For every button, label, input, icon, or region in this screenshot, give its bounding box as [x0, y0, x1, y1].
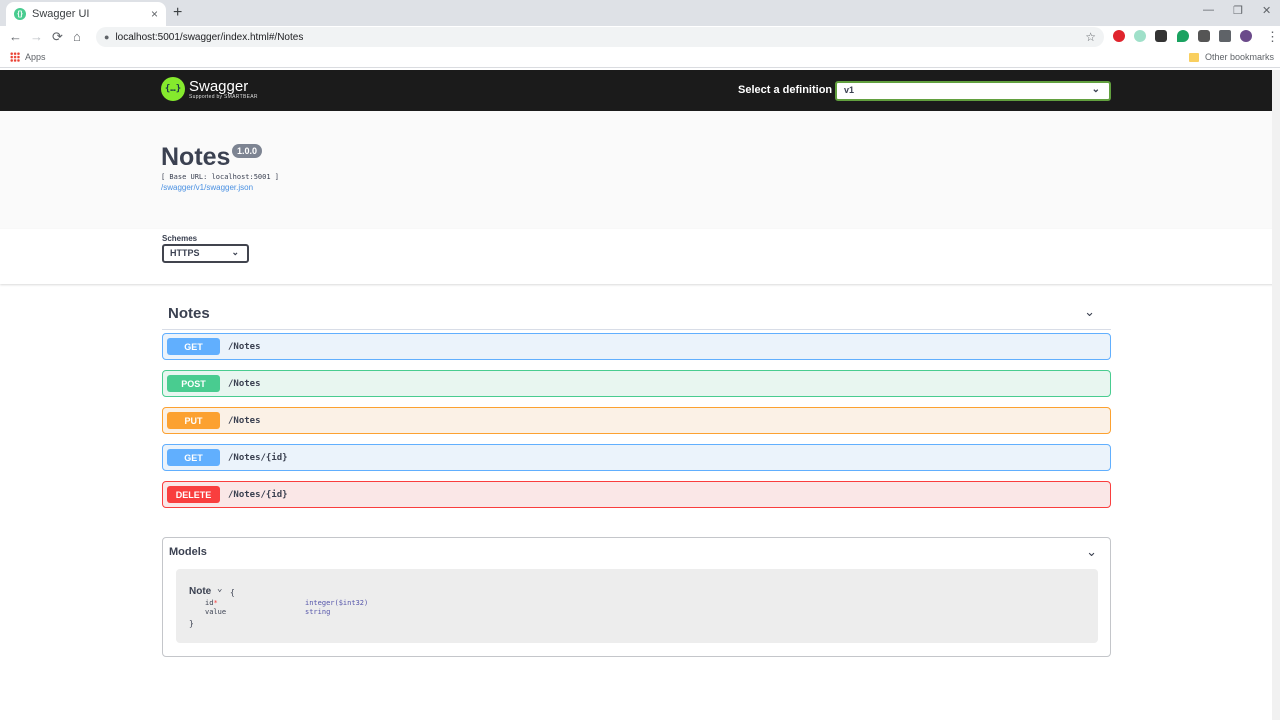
swagger-logo[interactable]: {…} Swagger Supported by SMARTBEAR — [161, 77, 258, 101]
address-bar[interactable]: ● localhost:5001/swagger/index.html#/Not… — [96, 27, 1104, 47]
method-badge: GET — [167, 338, 220, 355]
model-name[interactable]: Note — [189, 586, 211, 597]
model-open-brace: { — [230, 588, 235, 597]
forward-icon[interactable]: → — [30, 29, 43, 44]
extension-icon[interactable] — [1134, 30, 1146, 42]
browser-menu-icon[interactable]: ⋮ — [1266, 29, 1279, 45]
required-marker: * — [213, 599, 218, 607]
models-title[interactable]: Models — [169, 546, 207, 558]
facebook-extension-icon[interactable] — [1198, 30, 1210, 42]
operation-get-note-by-id[interactable]: GET /Notes/{id} — [162, 444, 1111, 471]
method-badge: PUT — [167, 412, 220, 429]
browser-tab[interactable]: {} Swagger UI × — [6, 2, 166, 26]
operation-delete-note-by-id[interactable]: DELETE /Notes/{id} — [162, 481, 1111, 508]
minimize-icon[interactable]: — — [1203, 4, 1214, 16]
chevron-down-icon: ⌄ — [231, 247, 239, 257]
version-badge: 1.0.0 — [232, 144, 263, 158]
definition-value: v1 — [844, 85, 855, 95]
browser-toolbar: ← → ⟳ ⌂ ● localhost:5001/swagger/index.h… — [0, 26, 1280, 48]
folder-icon — [1188, 52, 1199, 62]
apps-grid-icon — [10, 52, 20, 62]
tab-title: Swagger UI — [32, 8, 90, 20]
logo-name: Swagger — [189, 77, 249, 95]
chevron-down-icon: ⌄ — [1091, 84, 1100, 95]
bookmarks-bar: Apps Other bookmarks — [0, 48, 1280, 68]
collapse-chevron-icon[interactable]: ⌄ — [1086, 544, 1097, 560]
operation-path: /Notes — [228, 415, 261, 426]
window-close-icon[interactable]: ✕ — [1262, 4, 1271, 17]
property-name: id* — [205, 599, 218, 607]
definition-label: Select a definition — [738, 84, 833, 96]
api-title: Notes — [161, 143, 231, 171]
method-badge: DELETE — [167, 486, 220, 503]
definition-select[interactable]: v1 ⌄ — [835, 81, 1111, 101]
property-type: integer($int32) — [305, 599, 369, 607]
operation-path: /Notes/{id} — [228, 489, 288, 500]
back-icon[interactable]: ← — [9, 29, 22, 44]
schemes-label: Schemes — [162, 234, 198, 243]
operation-post-notes[interactable]: POST /Notes — [162, 370, 1111, 397]
swagger-favicon-icon: {} — [14, 8, 26, 20]
url-text: localhost:5001/swagger/index.html#/Notes — [115, 31, 304, 43]
collapse-chevron-icon[interactable]: ⌄ — [1084, 304, 1095, 320]
bookmark-star-icon[interactable]: ☆ — [1085, 30, 1096, 44]
swagger-topbar: {…} Swagger Supported by SMARTBEAR Selec… — [0, 70, 1280, 111]
tag-header-notes[interactable]: Notes ⌄ — [162, 300, 1111, 330]
qr-extension-icon[interactable] — [1155, 30, 1167, 42]
model-expand-chevron-icon[interactable]: ⌄ — [217, 584, 222, 594]
maximize-icon[interactable]: ❐ — [1233, 4, 1243, 17]
operation-path: /Notes — [228, 341, 261, 352]
apps-label: Apps — [25, 52, 46, 62]
home-icon[interactable]: ⌂ — [73, 29, 81, 44]
profile-avatar[interactable] — [1240, 30, 1252, 42]
swagger-logo-icon: {…} — [161, 77, 185, 101]
model-close-brace: } — [189, 619, 194, 628]
hangouts-extension-icon[interactable] — [1177, 30, 1189, 42]
operation-get-notes[interactable]: GET /Notes — [162, 333, 1111, 360]
models-section: Models ⌄ Note ⌄ { id* integer($int32) va… — [162, 537, 1111, 657]
base-url: [ Base URL: localhost:5001 ] — [161, 173, 280, 181]
model-note: Note ⌄ { id* integer($int32) value strin… — [176, 569, 1098, 643]
apps-bookmark[interactable]: Apps — [10, 52, 46, 62]
puzzle-extensions-icon[interactable] — [1219, 30, 1231, 42]
opera-extension-icon[interactable] — [1113, 30, 1125, 42]
schemes-section: Schemes HTTPS ⌄ — [0, 229, 1280, 284]
reload-icon[interactable]: ⟳ — [52, 29, 63, 45]
schemes-select[interactable]: HTTPS ⌄ — [162, 244, 249, 263]
method-badge: GET — [167, 449, 220, 466]
operation-put-notes[interactable]: PUT /Notes — [162, 407, 1111, 434]
operation-path: /Notes — [228, 378, 261, 389]
operation-path: /Notes/{id} — [228, 452, 288, 463]
info-section: Notes 1.0.0 [ Base URL: localhost:5001 ]… — [0, 111, 1280, 229]
other-bookmarks-label: Other bookmarks — [1204, 52, 1274, 62]
new-tab-button[interactable]: + — [173, 4, 182, 22]
page-scrollbar[interactable] — [1272, 70, 1280, 720]
method-badge: POST — [167, 375, 220, 392]
property-name: value — [205, 608, 227, 616]
other-bookmarks[interactable]: Other bookmarks — [1188, 52, 1274, 62]
property-type: string — [305, 608, 331, 616]
browser-tabstrip: {} Swagger UI × + — ❐ ✕ — [0, 0, 1280, 26]
lock-icon: ● — [104, 32, 110, 42]
schemes-value: HTTPS — [170, 248, 200, 258]
swagger-json-link[interactable]: /swagger/v1/swagger.json — [161, 183, 253, 192]
logo-subtitle: Supported by SMARTBEAR — [189, 93, 258, 100]
tag-title: Notes — [168, 305, 210, 322]
tab-close-icon[interactable]: × — [151, 7, 158, 21]
